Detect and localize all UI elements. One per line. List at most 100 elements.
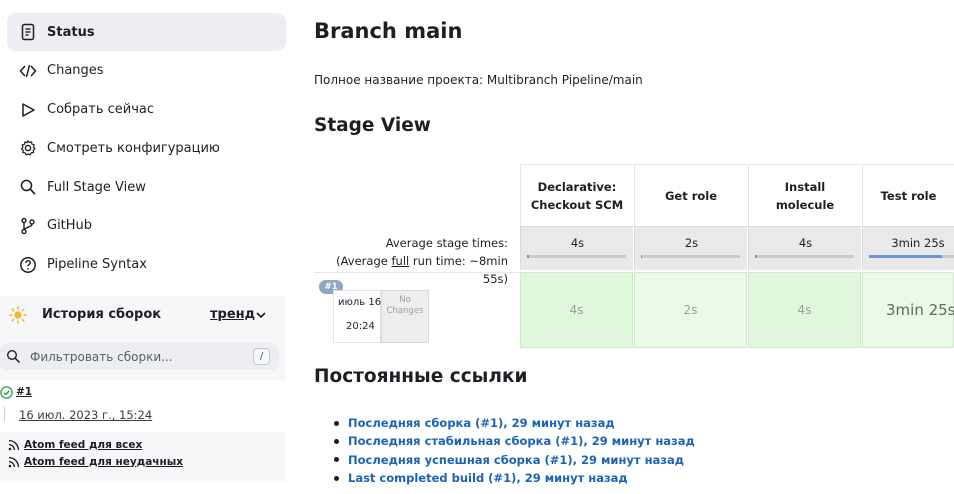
stage-name-line1: Declarative:	[537, 179, 617, 194]
stage-progress-fill	[527, 255, 529, 258]
sidebar-item-full-stage-view[interactable]: Full Stage View	[7, 168, 286, 206]
atom-feed-label: Atom feed для всех	[24, 438, 143, 451]
stage-progress-fill	[869, 255, 943, 258]
sidebar-item-configure[interactable]: Смотреть конфигурацию	[7, 129, 286, 167]
sidebar-item-label: Changes	[47, 63, 104, 79]
bullet	[334, 420, 339, 426]
build-list: #1 16 июл. 2023 г., 15:24	[0, 380, 286, 432]
sidebar-item-label: Pipeline Syntax	[47, 257, 147, 273]
build-history-title: История сборок	[42, 307, 162, 322]
stage-column: Install molecule 4s 4s	[748, 164, 861, 350]
stage-average: 4s	[520, 226, 633, 270]
sidebar-item-label: Собрать сейчас	[47, 102, 155, 118]
sidebar-item-build-now[interactable]: Собрать сейчас	[7, 91, 286, 129]
stage-average: 3min 25s	[862, 226, 954, 270]
stage-header: Install molecule	[748, 164, 861, 226]
build-date-link[interactable]: 16 июл. 2023 г., 15:24	[19, 408, 152, 422]
sidebar-item-github[interactable]: GitHub	[7, 207, 286, 245]
stage-progress-track	[641, 255, 740, 258]
search-icon	[19, 178, 37, 196]
rss-icon	[8, 456, 20, 467]
stage-view-table: Average stage times: (Average full run t…	[314, 164, 954, 350]
stage-name-line2: molecule	[775, 197, 835, 212]
bullet	[334, 438, 339, 444]
success-check-icon	[0, 386, 13, 399]
run-row-header: #1 июль 16 20:24 No Changes	[314, 272, 520, 344]
stage-progress-fill	[755, 255, 757, 258]
permalink-last-successful[interactable]: Последняя успешная сборка (#1), 29 минут…	[348, 453, 684, 467]
build-history-panel: История сборок тренд / #1 16 июл. 2023 г…	[0, 296, 286, 482]
run-datetime-card[interactable]: июль 16 20:24	[333, 290, 381, 343]
chevron-down-icon[interactable]	[254, 308, 268, 322]
filter-shortcut-key: /	[253, 348, 270, 365]
no-changes-card[interactable]: No Changes	[381, 290, 429, 343]
code-icon	[19, 62, 37, 80]
stage-average-time: 4s	[570, 236, 585, 250]
permalink-item: Last completed build (#1), 29 минут наза…	[334, 469, 695, 487]
stage-average: 2s	[634, 226, 747, 270]
atom-feed-label: Atom feed для неудачных	[24, 455, 184, 468]
stage-header: Test role	[862, 164, 954, 226]
stage-average-time: 2s	[684, 236, 699, 250]
sidebar-item-pipeline-syntax[interactable]: Pipeline Syntax	[7, 246, 286, 284]
build-number-link[interactable]: #1	[16, 386, 32, 398]
permalink-item: Последняя успешная сборка (#1), 29 минут…	[334, 451, 695, 469]
permalink-last-completed[interactable]: Last completed build (#1), 29 минут наза…	[348, 471, 628, 485]
stage-name-line1: Test role	[880, 188, 937, 203]
sidebar-item-label: Смотреть конфигурацию	[47, 140, 220, 156]
avg-run-prefix: (Average	[336, 254, 392, 268]
stage-header: Get role	[634, 164, 747, 226]
sidebar-item-label: GitHub	[47, 218, 93, 234]
stage-result-cell[interactable]: 4s	[520, 272, 633, 348]
avg-run-suffix: run time: ~8min	[409, 254, 508, 268]
build-filter: /	[0, 343, 279, 370]
sidebar-item-label: Full Stage View	[47, 179, 146, 195]
no-changes-line2: Changes	[386, 306, 424, 316]
atom-feed-all[interactable]: Atom feed для всех	[0, 436, 286, 453]
stage-average-time: 4s	[798, 236, 813, 250]
stage-progress-track	[527, 255, 626, 258]
atom-feed-failed[interactable]: Atom feed для неудачных	[0, 453, 286, 470]
stage-name-line1: Get role	[664, 188, 718, 203]
permalinks-title: Постоянные ссылки	[314, 366, 528, 387]
help-icon	[19, 256, 37, 274]
stage-view-title: Stage View	[314, 115, 431, 136]
permalink-item: Последняя стабильная сборка (#1), 29 мин…	[334, 432, 695, 450]
stage-result-cell[interactable]: 4s	[748, 272, 861, 348]
run-time: 20:24	[346, 321, 375, 332]
sidebar-nav: Status Changes Собрать сейчас Смотреть к…	[7, 13, 286, 285]
gear-icon	[19, 139, 37, 157]
stage-average-time: 3min 25s	[891, 236, 945, 250]
stage-column: Get role 2s 2s	[634, 164, 747, 350]
project-full-name: Полное название проекта: Multibranch Pip…	[314, 73, 643, 87]
build-history-header: История сборок тренд	[0, 296, 286, 334]
run-date: июль 16	[338, 297, 382, 308]
stage-result-cell[interactable]: 2s	[634, 272, 747, 348]
stage-average: 4s	[748, 226, 861, 270]
stage-progress-fill	[641, 255, 642, 258]
permalinks-list: Последняя сборка (#1), 29 минут назад По…	[334, 414, 695, 487]
no-changes-line1: No	[399, 295, 411, 305]
permalink-last-stable[interactable]: Последняя стабильная сборка (#1), 29 мин…	[348, 434, 695, 448]
sidebar-item-label: Status	[47, 24, 95, 40]
stage-header: Declarative: Checkout SCM	[520, 164, 633, 226]
stage-name-line2: Checkout SCM	[530, 197, 624, 212]
build-filter-input[interactable]	[26, 346, 241, 367]
stage-result-cell[interactable]: 3min 25s	[862, 272, 954, 348]
sun-icon	[9, 306, 27, 324]
stage-column: Test role 3min 25s 3min 25s	[862, 164, 954, 350]
play-icon	[19, 101, 37, 119]
sidebar-item-status[interactable]: Status	[7, 13, 286, 51]
rss-icon	[8, 439, 20, 450]
document-icon	[19, 23, 37, 41]
trend-link[interactable]: тренд	[210, 307, 255, 322]
permalink-item: Последняя сборка (#1), 29 минут назад	[334, 414, 695, 432]
full-run-link[interactable]: full	[391, 254, 409, 268]
sidebar: Status Changes Собрать сейчас Смотреть к…	[0, 0, 292, 494]
bullet	[334, 475, 339, 481]
permalink-last-build[interactable]: Последняя сборка (#1), 29 минут назад	[348, 416, 615, 430]
search-icon	[6, 349, 21, 364]
atom-feeds: Atom feed для всех Atom feed для неудачн…	[0, 436, 286, 470]
sidebar-item-changes[interactable]: Changes	[7, 52, 286, 90]
stage-progress-track	[755, 255, 854, 258]
